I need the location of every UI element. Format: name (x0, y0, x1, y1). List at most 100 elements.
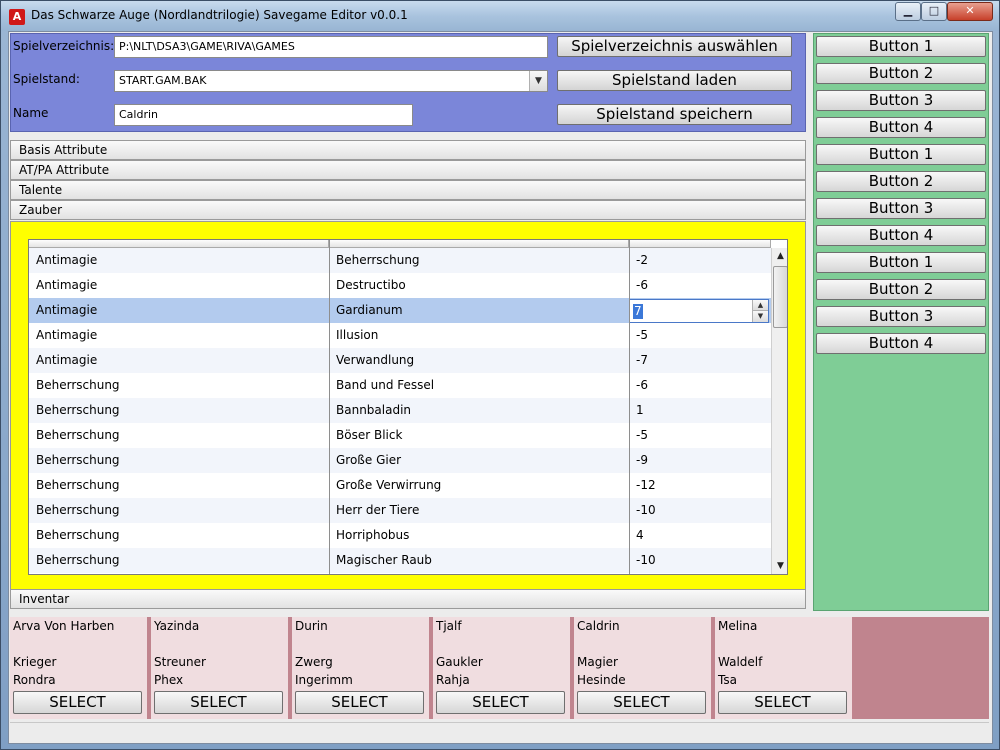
load-savegame-button[interactable]: Spielstand laden (557, 70, 792, 91)
cell-spell: Große Gier (336, 453, 402, 467)
cell-category: Beherrschung (36, 503, 120, 517)
table-row-selected[interactable]: Antimagie Gardianum 7 ▲ ▼ (29, 298, 771, 323)
section-zauber[interactable]: Zauber (10, 200, 806, 220)
scrollbar-thumb[interactable] (773, 266, 787, 328)
header-value[interactable] (629, 240, 771, 248)
side-button-4[interactable]: Button 4 (816, 117, 986, 138)
cell-category: Beherrschung (36, 478, 120, 492)
table-row[interactable]: Beherrschung Große Verwirrung -12 (29, 473, 771, 498)
savegame-select[interactable]: START.GAM.BAK ▼ (114, 70, 548, 92)
select-character-button[interactable]: SELECT (718, 691, 847, 714)
side-button-12[interactable]: Button 4 (816, 333, 986, 354)
section-atpa-attribute[interactable]: AT/PA Attribute (10, 160, 806, 180)
cell-value[interactable]: -2 (629, 248, 648, 273)
character-card: Yazinda Streuner Phex SELECT (151, 617, 288, 719)
cell-value[interactable]: -7 (629, 348, 648, 373)
character-card: Durin Zwerg Ingerimm SELECT (292, 617, 429, 719)
table-row[interactable]: Beherrschung Bannbaladin 1 (29, 398, 771, 423)
client-area: Spielverzeichnis: P:\NLT\DSA3\GAME\RIVA\… (8, 31, 993, 744)
chevron-down-icon[interactable]: ▼ (529, 71, 547, 91)
table-scrollbar[interactable]: ▲ ▼ (771, 248, 787, 574)
scroll-down-icon[interactable]: ▼ (773, 558, 787, 574)
side-button-2[interactable]: Button 2 (816, 63, 986, 84)
table-row[interactable]: Beherrschung Magischer Raub -10 (29, 548, 771, 573)
cell-value[interactable]: -12 (629, 473, 656, 498)
header-category[interactable] (29, 240, 329, 248)
cell-value[interactable]: -10 (629, 498, 656, 523)
cell-value[interactable]: 1 (629, 398, 644, 423)
title-bar: A Das Schwarze Auge (Nordlandtrilogie) S… (1, 1, 999, 31)
character-name: Yazinda (154, 619, 200, 633)
maximize-button[interactable]: □ (921, 2, 947, 21)
side-button-7[interactable]: Button 3 (816, 198, 986, 219)
section-basis-attribute[interactable]: Basis Attribute (10, 140, 806, 160)
table-row[interactable]: Antimagie Illusion -5 (29, 323, 771, 348)
select-character-button[interactable]: SELECT (577, 691, 706, 714)
cell-value[interactable]: -9 (629, 448, 648, 473)
cell-spell: Große Verwirrung (336, 478, 442, 492)
cell-value[interactable]: 4 (629, 523, 644, 548)
cell-category: Beherrschung (36, 403, 120, 417)
cell-spell: Horriphobus (336, 528, 410, 542)
cell-value[interactable]: -6 (629, 373, 648, 398)
cell-spell: Verwandlung (336, 353, 415, 367)
cell-spell: Illusion (336, 328, 379, 342)
cell-value[interactable]: -6 (629, 273, 648, 298)
side-button-panel: Button 1 Button 2 Button 3 Button 4 Butt… (813, 33, 989, 611)
cell-category: Beherrschung (36, 428, 120, 442)
select-character-button[interactable]: SELECT (154, 691, 283, 714)
table-row[interactable]: Beherrschung Band und Fessel -6 (29, 373, 771, 398)
character-card: Melina Waldelf Tsa SELECT (715, 617, 852, 719)
value-spinner[interactable]: 7 ▲ ▼ (629, 299, 769, 323)
app-icon: A (9, 9, 25, 25)
cell-value[interactable]: -5 (629, 323, 648, 348)
select-dir-button[interactable]: Spielverzeichnis auswählen (557, 36, 792, 57)
section-talente[interactable]: Talente (10, 180, 806, 200)
side-button-3[interactable]: Button 3 (816, 90, 986, 111)
game-dir-field[interactable]: P:\NLT\DSA3\GAME\RIVA\GAMES (114, 36, 548, 58)
spinner-value[interactable]: 7 (633, 304, 643, 319)
header-spell[interactable] (329, 240, 629, 248)
status-bar (10, 722, 989, 742)
name-label: Name (13, 106, 49, 120)
spinner-down-icon[interactable]: ▼ (752, 311, 768, 322)
select-character-button[interactable]: SELECT (13, 691, 142, 714)
cell-category: Antimagie (36, 328, 98, 342)
cell-spell: Gardianum (336, 303, 403, 317)
spinner-up-icon[interactable]: ▲ (752, 300, 768, 311)
save-savegame-button[interactable]: Spielstand speichern (557, 104, 792, 125)
minimize-button[interactable]: ▁ (895, 2, 921, 21)
side-button-6[interactable]: Button 2 (816, 171, 986, 192)
zauber-panel: Antimagie Beherrschung -2 Antimagie Dest… (10, 221, 806, 609)
table-row[interactable]: Antimagie Beherrschung -2 (29, 248, 771, 273)
select-character-button[interactable]: SELECT (436, 691, 565, 714)
table-row[interactable]: Beherrschung Horriphobus 4 (29, 523, 771, 548)
character-god: Ingerimm (295, 673, 353, 687)
character-card: Caldrin Magier Hesinde SELECT (574, 617, 711, 719)
cell-category: Antimagie (36, 253, 98, 267)
cell-spell: Band und Fessel (336, 378, 435, 392)
select-character-button[interactable]: SELECT (295, 691, 424, 714)
table-row[interactable]: Beherrschung Herr der Tiere -10 (29, 498, 771, 523)
side-button-9[interactable]: Button 1 (816, 252, 986, 273)
table-row[interactable]: Beherrschung Böser Blick -5 (29, 423, 771, 448)
table-row[interactable]: Antimagie Verwandlung -7 (29, 348, 771, 373)
name-field[interactable]: Caldrin (114, 104, 413, 126)
cell-spell: Herr der Tiere (336, 503, 420, 517)
scroll-up-icon[interactable]: ▲ (773, 248, 787, 264)
section-inventar[interactable]: Inventar (10, 589, 806, 609)
character-class: Streuner (154, 655, 206, 669)
side-button-10[interactable]: Button 2 (816, 279, 986, 300)
window-title: Das Schwarze Auge (Nordlandtrilogie) Sav… (31, 8, 408, 22)
table-body: Antimagie Beherrschung -2 Antimagie Dest… (29, 248, 771, 574)
side-button-1[interactable]: Button 1 (816, 36, 986, 57)
side-button-5[interactable]: Button 1 (816, 144, 986, 165)
side-button-8[interactable]: Button 4 (816, 225, 986, 246)
cell-value[interactable]: -10 (629, 548, 656, 573)
table-row[interactable]: Antimagie Destructibo -6 (29, 273, 771, 298)
cell-value[interactable]: -5 (629, 423, 648, 448)
table-row[interactable]: Beherrschung Große Gier -9 (29, 448, 771, 473)
close-button[interactable]: ✕ (947, 2, 993, 21)
side-button-11[interactable]: Button 3 (816, 306, 986, 327)
character-class: Zwerg (295, 655, 333, 669)
